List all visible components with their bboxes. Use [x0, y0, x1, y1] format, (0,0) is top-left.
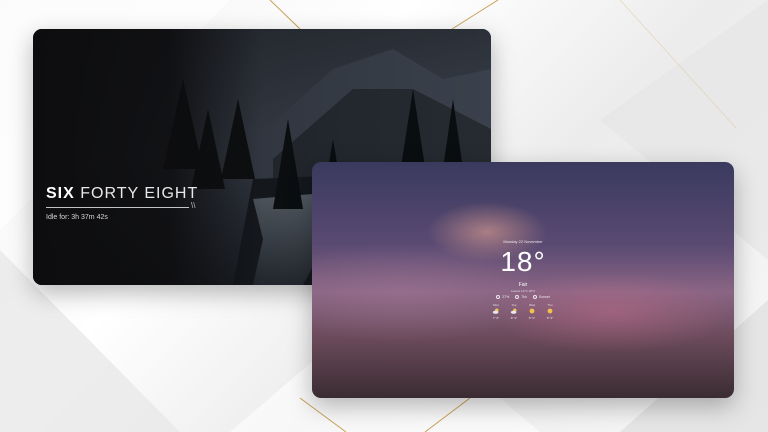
clock-minutes: FORTY EIGHT: [80, 185, 199, 202]
forecast-row: Mon 7° 8° Tue 8° 9° Wed 8° 9° Thu 8° 9°: [312, 303, 734, 320]
weather-stats: 27% 7kh Sunset: [312, 295, 734, 299]
gold-line: [269, 0, 301, 30]
humidity-stat: 27%: [496, 295, 509, 299]
weather-screen-preview: Monday 22 November 18° Fair Lowest 14°C …: [312, 162, 734, 398]
clock-hour: SIX: [46, 185, 75, 202]
cloud-sun-icon: [492, 308, 499, 314]
sunset-icon: [532, 295, 537, 299]
wind-stat: 7kh: [515, 295, 527, 299]
sun-icon: [547, 308, 553, 314]
forecast-day-range: 8° 9°: [510, 316, 518, 320]
weather-range: Lowest 14°C 18°C: [510, 289, 536, 293]
cloud-sun-icon: [510, 308, 517, 314]
forecast-day-range: 8° 9°: [528, 316, 536, 320]
gold-line: [451, 0, 499, 30]
divider-slashes: \\: [191, 201, 196, 210]
lock-clock: SIX FORTY EIGHT: [46, 185, 198, 203]
forecast-day: Wed 8° 9°: [526, 303, 538, 320]
sun-icon: [529, 308, 535, 314]
idle-timer: Idle for: 3h 37m 42s: [46, 214, 108, 221]
weather-date: Monday 22 November: [503, 239, 543, 244]
forecast-day-range: 7° 8°: [492, 316, 500, 320]
wind-value: 7kh: [521, 295, 527, 299]
weather-temperature: 18°: [500, 246, 546, 277]
forecast-day: Mon 7° 8°: [490, 303, 502, 320]
humidity-value: 27%: [502, 295, 510, 299]
forecast-day: Thu 8° 9°: [544, 303, 556, 320]
wind-icon: [515, 295, 520, 299]
weather-condition: Fair: [518, 282, 528, 288]
forecast-day-range: 8° 9°: [546, 316, 554, 320]
sunset-value: Sunset: [538, 295, 550, 299]
clock-divider: [46, 207, 189, 208]
drop-icon: [496, 295, 501, 299]
forecast-day: Tue 8° 9°: [508, 303, 520, 320]
sunset-stat: Sunset: [532, 295, 550, 299]
